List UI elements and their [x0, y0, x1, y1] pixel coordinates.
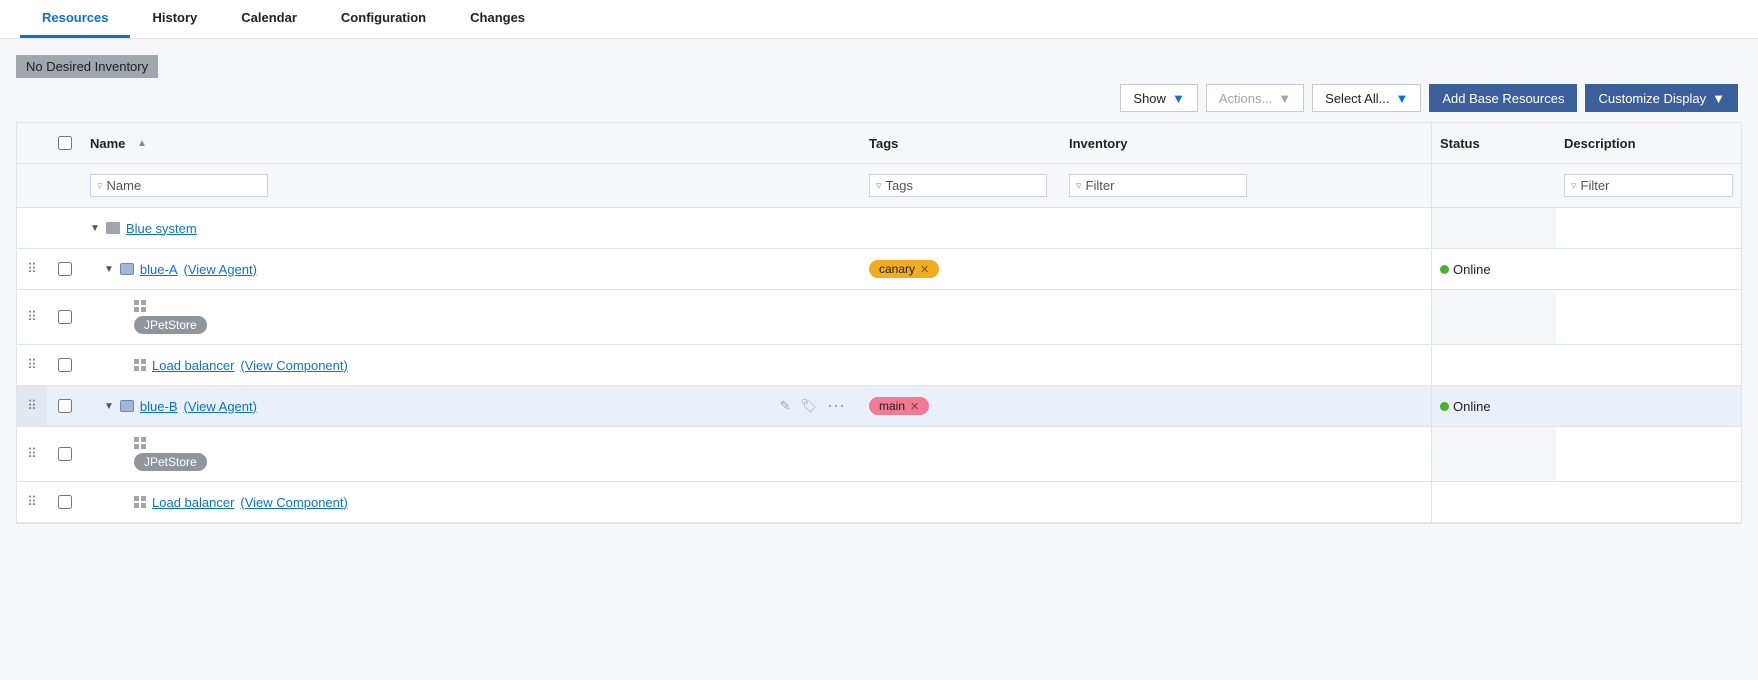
status-label: Online	[1453, 399, 1491, 414]
table-row[interactable]: ⠿ JPetStore	[17, 290, 1741, 345]
component-icon	[134, 359, 146, 371]
main-tabs: ResourcesHistoryCalendarConfigurationCha…	[0, 0, 1758, 39]
filter-icon: ▿	[97, 179, 103, 192]
resource-sub-link[interactable]: (View Component)	[240, 495, 347, 510]
select-all-checkbox[interactable]	[58, 136, 72, 150]
filter-icon: ▿	[1571, 179, 1577, 192]
row-checkbox[interactable]	[58, 399, 72, 413]
chevron-down-icon: ▼	[1395, 91, 1408, 106]
status-label: Online	[1453, 262, 1491, 277]
actions-dropdown[interactable]: Actions...▼	[1206, 84, 1304, 112]
table-row[interactable]: ⠿ Load balancer (View Component)	[17, 482, 1741, 523]
resources-table: Name ▲ Tags Inventory Status Description…	[16, 122, 1742, 524]
sort-asc-icon: ▲	[137, 138, 147, 149]
component-icon	[134, 300, 146, 312]
table-row[interactable]: ▼ Blue system	[17, 208, 1741, 249]
resource-sub-link[interactable]: (View Agent)	[183, 262, 256, 277]
row-checkbox[interactable]	[58, 262, 72, 276]
agent-icon	[120, 400, 134, 412]
chevron-down-icon: ▼	[1278, 91, 1291, 106]
resource-link[interactable]: blue-A	[140, 262, 178, 277]
expand-icon[interactable]: ▼	[90, 223, 100, 234]
name-filter[interactable]: ▿Name	[90, 174, 268, 197]
col-inventory-header[interactable]: Inventory	[1061, 123, 1431, 163]
col-tags-header[interactable]: Tags	[861, 123, 1061, 163]
tab-changes[interactable]: Changes	[448, 0, 547, 38]
expand-icon[interactable]: ▼	[104, 401, 114, 412]
component-pill[interactable]: JPetStore	[134, 453, 207, 471]
folder-icon	[106, 222, 120, 234]
drag-handle-icon[interactable]: ⠿	[27, 398, 37, 414]
show-dropdown[interactable]: Show▼	[1120, 84, 1197, 112]
resource-link[interactable]: Load balancer	[152, 358, 234, 373]
tab-calendar[interactable]: Calendar	[219, 0, 319, 38]
remove-tag-icon[interactable]: ✕	[910, 400, 919, 413]
remove-tag-icon[interactable]: ✕	[920, 263, 929, 276]
col-description-header[interactable]: Description	[1556, 123, 1741, 163]
edit-icon[interactable]: ✎	[780, 398, 791, 414]
expand-icon[interactable]: ▼	[104, 264, 114, 275]
tab-configuration[interactable]: Configuration	[319, 0, 448, 38]
tab-resources[interactable]: Resources	[20, 0, 130, 38]
table-row[interactable]: ⠿▼blue-B (View Agent)✎🏷⋯main✕Online	[17, 386, 1741, 427]
inventory-badge: No Desired Inventory	[16, 55, 158, 78]
resource-link[interactable]: Load balancer	[152, 495, 234, 510]
filter-row: ▿Name ▿Tags ▿Filter ▿Filter	[17, 164, 1741, 208]
row-checkbox[interactable]	[58, 495, 72, 509]
table-row[interactable]: ⠿ JPetStore	[17, 427, 1741, 482]
row-checkbox[interactable]	[58, 447, 72, 461]
toolbar: Show▼ Actions...▼ Select All...▼ Add Bas…	[16, 84, 1742, 112]
tab-history[interactable]: History	[130, 0, 219, 38]
resource-sub-link[interactable]: (View Component)	[240, 358, 347, 373]
component-pill[interactable]: JPetStore	[134, 316, 207, 334]
tag-icon[interactable]: 🏷	[800, 398, 817, 414]
status-dot-icon	[1440, 265, 1449, 274]
col-status-header[interactable]: Status	[1431, 123, 1556, 163]
row-checkbox[interactable]	[58, 358, 72, 372]
col-name-header[interactable]: Name ▲	[82, 123, 861, 163]
resource-link[interactable]: blue-B	[140, 399, 178, 414]
table-row[interactable]: ⠿ Load balancer (View Component)	[17, 345, 1741, 386]
chevron-down-icon: ▼	[1712, 91, 1725, 106]
description-filter[interactable]: ▿Filter	[1564, 174, 1733, 197]
customize-display-button[interactable]: Customize Display▼	[1585, 84, 1738, 112]
tag-pill[interactable]: main✕	[869, 397, 929, 415]
drag-handle-icon[interactable]: ⠿	[27, 309, 37, 325]
chevron-down-icon: ▼	[1172, 91, 1185, 106]
row-checkbox[interactable]	[58, 310, 72, 324]
filter-icon: ▿	[876, 179, 882, 192]
component-icon	[134, 437, 146, 449]
resource-link[interactable]: Blue system	[126, 221, 197, 236]
tag-pill[interactable]: canary✕	[869, 260, 939, 278]
component-icon	[134, 496, 146, 508]
add-base-resources-button[interactable]: Add Base Resources	[1429, 84, 1577, 112]
resource-sub-link[interactable]: (View Agent)	[183, 399, 256, 414]
drag-handle-icon[interactable]: ⠿	[27, 494, 37, 510]
drag-handle-icon[interactable]: ⠿	[27, 357, 37, 373]
inventory-filter[interactable]: ▿Filter	[1069, 174, 1247, 197]
table-row[interactable]: ⠿ ▼ blue-A (View Agent) canary✕ Online	[17, 249, 1741, 290]
drag-handle-icon[interactable]: ⠿	[27, 446, 37, 462]
select-all-dropdown[interactable]: Select All...▼	[1312, 84, 1421, 112]
status-dot-icon	[1440, 402, 1449, 411]
tags-filter[interactable]: ▿Tags	[869, 174, 1047, 197]
agent-icon	[120, 263, 134, 275]
table-header: Name ▲ Tags Inventory Status Description	[17, 123, 1741, 164]
drag-handle-icon[interactable]: ⠿	[27, 261, 37, 277]
filter-icon: ▿	[1076, 179, 1082, 192]
